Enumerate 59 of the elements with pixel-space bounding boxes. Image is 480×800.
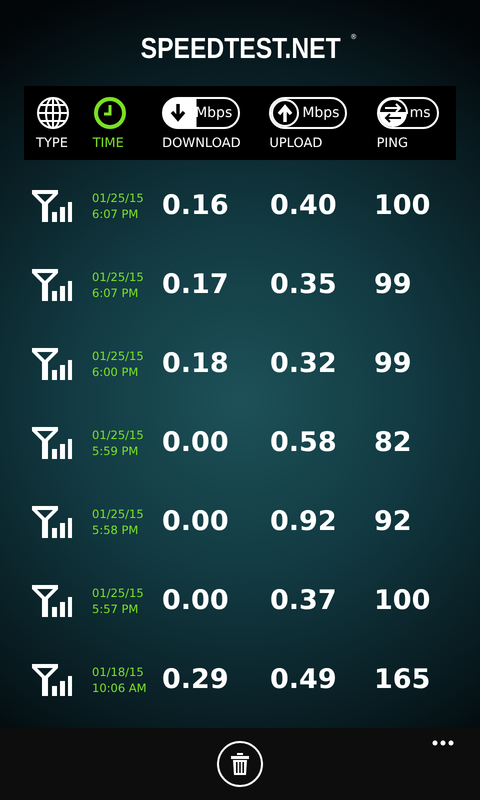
ping-value: 100 <box>374 585 430 616</box>
upload-speed: 0.35 <box>270 269 338 300</box>
upload-speed: 0.32 <box>270 348 338 379</box>
test-time: 5:58 PM <box>92 522 140 538</box>
globe-icon <box>36 96 70 130</box>
column-sort-button[interactable]: TYPE <box>36 96 93 150</box>
download-unit-badge: Mbps <box>162 96 240 128</box>
download-speed: 0.17 <box>162 269 230 300</box>
upload-speed: 0.40 <box>270 190 338 221</box>
trash-icon <box>231 753 249 775</box>
ping-value: 99 <box>374 348 412 379</box>
cellular-signal-icon <box>32 664 72 696</box>
ellipsis-icon <box>432 740 454 746</box>
swap-arrows-icon <box>378 98 408 128</box>
cellular-signal-icon <box>32 506 72 538</box>
test-time: 10:06 AM <box>92 680 148 696</box>
upload-speed: 0.92 <box>270 506 338 537</box>
delete-button[interactable] <box>217 741 263 787</box>
column-sort-button[interactable]: TIME <box>92 96 162 150</box>
upload-speed: 0.37 <box>270 585 338 616</box>
test-date: 01/25/15 <box>92 426 145 442</box>
download-speed: 0.00 <box>162 427 230 458</box>
column-sort-button[interactable]: Mbps UPLOAD <box>269 96 377 150</box>
test-time: 6:00 PM <box>92 364 140 380</box>
test-time: 6:07 PM <box>92 206 140 222</box>
upload-speed: 0.49 <box>270 664 338 695</box>
test-date: 01/25/15 <box>92 584 145 600</box>
cellular-signal-icon <box>32 584 72 616</box>
ping-value: 165 <box>374 664 430 695</box>
ping-value: 92 <box>374 506 412 537</box>
download-speed: 0.00 <box>162 506 230 537</box>
clock-icon <box>92 96 127 130</box>
ping-value: 100 <box>374 190 430 221</box>
column-sort-button[interactable]: ms PING <box>376 96 456 150</box>
cellular-signal-icon <box>32 348 72 380</box>
test-date: 01/25/15 <box>92 348 145 364</box>
test-time: 6:07 PM <box>92 284 140 300</box>
download-speed: 0.18 <box>162 348 230 379</box>
more-options-button[interactable] <box>430 738 456 748</box>
column-sort-button[interactable]: Mbps DOWNLOAD <box>162 96 270 150</box>
cellular-signal-icon <box>32 426 72 458</box>
ping-unit-badge: ms <box>376 96 438 128</box>
test-date: 01/25/15 <box>92 190 145 206</box>
cellular-signal-icon <box>32 268 72 300</box>
test-date: 01/18/15 <box>92 664 145 680</box>
test-date: 01/25/15 <box>92 268 145 284</box>
test-date: 01/25/15 <box>92 506 145 522</box>
download-speed: 0.29 <box>162 664 230 695</box>
test-time: 5:59 PM <box>92 442 140 458</box>
app-logo: SPEEDTEST.NET <box>140 32 340 66</box>
ping-value: 99 <box>374 269 412 300</box>
upload-speed: 0.58 <box>270 427 338 458</box>
ping-value: 82 <box>374 427 412 458</box>
upload-unit-badge: Mbps <box>269 96 348 128</box>
registered-mark: ® <box>350 32 358 42</box>
download-speed: 0.00 <box>162 585 230 616</box>
cellular-signal-icon <box>32 190 72 222</box>
download-speed: 0.16 <box>162 190 230 221</box>
test-time: 5:57 PM <box>92 600 140 616</box>
